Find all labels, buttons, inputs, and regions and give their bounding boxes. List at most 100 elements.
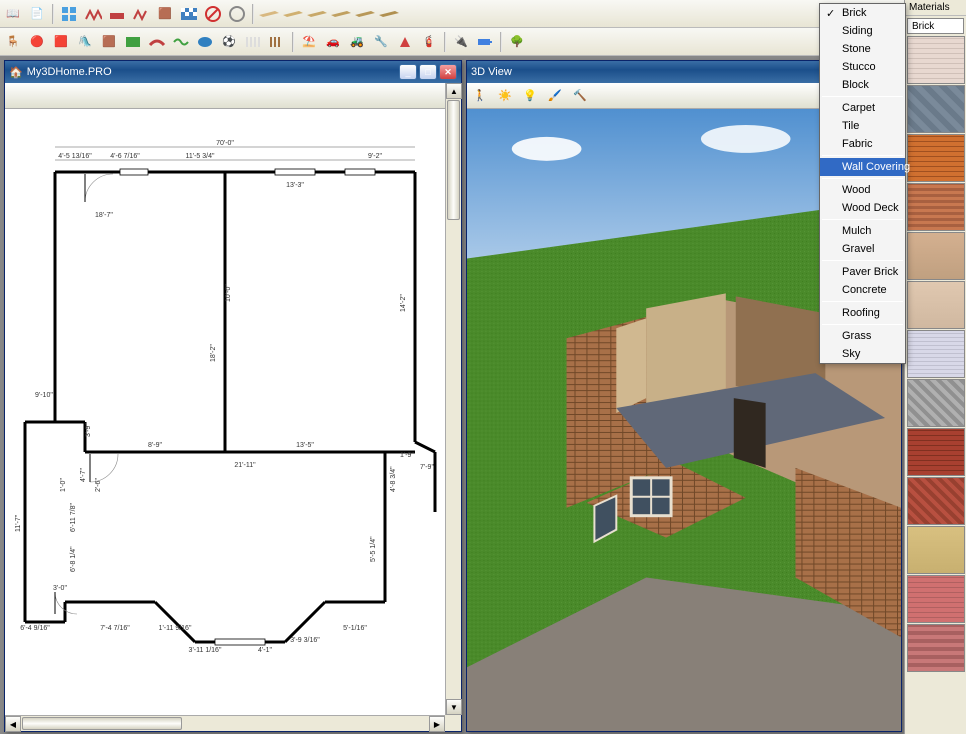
dropdown-separator (822, 219, 903, 220)
scroll-right-icon[interactable]: ▶ (429, 716, 445, 732)
dropdown-item-stone[interactable]: Stone (820, 40, 905, 58)
plan-scrollbar-horizontal[interactable]: ◀ ▶ (5, 715, 445, 731)
dim-d27: 1'-11 9/16" (159, 625, 192, 632)
tool-checker-icon[interactable] (178, 3, 200, 25)
tool-hydrant-icon[interactable]: 🧯 (418, 31, 440, 53)
tool-curve-icon[interactable] (146, 31, 168, 53)
tool-slide-icon[interactable]: 🛝 (74, 31, 96, 53)
dim-d11: 3'-9" (85, 423, 92, 437)
material-swatch-7[interactable] (907, 379, 965, 427)
dropdown-item-wall-covering[interactable]: Wall Covering (820, 158, 905, 176)
dropdown-item-wood-deck[interactable]: Wood Deck (820, 199, 905, 217)
maximize-button[interactable]: □ (419, 64, 437, 80)
dropdown-item-gravel[interactable]: Gravel (820, 240, 905, 258)
tool-umbrella-icon[interactable]: ⛱️ (298, 31, 320, 53)
tool-nosign-icon[interactable] (202, 3, 224, 25)
plan-canvas[interactable]: 70'-0" 4'-5 13/16" 4'-6 7/16" 11'-5 3/4"… (5, 109, 445, 715)
tool-battery-icon[interactable] (474, 31, 496, 53)
tool-board6-icon[interactable] (378, 3, 400, 25)
tool-fence-white-icon[interactable] (242, 31, 264, 53)
scroll-thumb[interactable] (22, 717, 182, 730)
dropdown-item-carpet[interactable]: Carpet (820, 99, 905, 117)
dropdown-item-paver-brick[interactable]: Paver Brick (820, 263, 905, 281)
dim-d16: 1'-9" (400, 452, 414, 459)
scroll-up-icon[interactable]: ▲ (446, 83, 462, 99)
tool-car-icon[interactable]: 🚗 (322, 31, 344, 53)
material-swatch-5[interactable] (907, 281, 965, 329)
tool-grid-icon[interactable] (58, 3, 80, 25)
dropdown-item-block[interactable]: Block (820, 76, 905, 94)
dim-d20: 3'-0" (53, 585, 67, 592)
dropdown-item-brick[interactable]: Brick (820, 4, 905, 22)
tool-fence3-icon[interactable] (130, 3, 152, 25)
scroll-down-icon[interactable]: ▼ (446, 699, 462, 715)
scroll-left-icon[interactable]: ◀ (5, 716, 21, 732)
dropdown-item-concrete[interactable]: Concrete (820, 281, 905, 299)
tool-play2-icon[interactable]: 🟥 (50, 31, 72, 53)
tool-play1-icon[interactable]: 🔴 (26, 31, 48, 53)
tool-fence1-icon[interactable] (82, 3, 104, 25)
material-swatch-10[interactable] (907, 526, 965, 574)
tool-pond-icon[interactable] (194, 31, 216, 53)
tool-tractor-icon[interactable]: 🚜 (346, 31, 368, 53)
dim-d26: 5'-1/16" (343, 625, 367, 632)
tool-board5-icon[interactable] (354, 3, 376, 25)
dim-d7: 18'-7" (95, 212, 113, 219)
material-swatch-4[interactable] (907, 232, 965, 280)
material-swatch-6[interactable] (907, 330, 965, 378)
scroll-thumb[interactable] (447, 100, 460, 220)
dim-d15: 7'-9" (420, 464, 434, 471)
tool-fence2-icon[interactable] (106, 3, 128, 25)
tool-fence4-icon[interactable]: 🟫 (154, 3, 176, 25)
tool-board3-icon[interactable] (306, 3, 328, 25)
dropdown-item-roofing[interactable]: Roofing (820, 304, 905, 322)
material-swatch-8[interactable] (907, 428, 965, 476)
tool-bench-icon[interactable]: 🪑 (2, 31, 24, 53)
dropdown-item-tile[interactable]: Tile (820, 117, 905, 135)
dropdown-item-sky[interactable]: Sky (820, 345, 905, 363)
tool-ball-icon[interactable]: ⚽ (218, 31, 240, 53)
tool-wave-icon[interactable] (170, 31, 192, 53)
tool-fence-brown-icon[interactable] (266, 31, 288, 53)
dropdown-item-mulch[interactable]: Mulch (820, 222, 905, 240)
dropdown-item-grass[interactable]: Grass (820, 327, 905, 345)
tool-board2-icon[interactable] (282, 3, 304, 25)
tool-hammer-icon[interactable]: 🔨 (569, 85, 591, 107)
tool-tree-icon[interactable]: 🌳 (506, 31, 528, 53)
view3d-window-title: 3D View (471, 66, 512, 78)
tool-board4-icon[interactable] (330, 3, 352, 25)
dropdown-item-stucco[interactable]: Stucco (820, 58, 905, 76)
minimize-button[interactable]: _ (399, 64, 417, 80)
material-swatch-1[interactable] (907, 85, 965, 133)
tool-page-icon[interactable]: 📄 (26, 3, 48, 25)
materials-panel: Materials Brick (904, 0, 966, 734)
dropdown-item-wood[interactable]: Wood (820, 181, 905, 199)
tool-sun-icon[interactable]: ☀️ (494, 85, 516, 107)
material-swatch-11[interactable] (907, 575, 965, 623)
tool-swing-icon[interactable]: 🟫 (98, 31, 120, 53)
materials-dropdown: BrickSidingStoneStuccoBlock CarpetTileFab… (819, 3, 906, 364)
materials-category[interactable]: Brick (907, 18, 964, 34)
tool-mower-icon[interactable]: 🔧 (370, 31, 392, 53)
tool-circle-icon[interactable] (226, 3, 248, 25)
tool-bulb-icon[interactable]: 💡 (519, 85, 541, 107)
tool-plug-icon[interactable]: 🔌 (450, 31, 472, 53)
tool-sandbox-icon[interactable] (122, 31, 144, 53)
material-swatch-2[interactable] (907, 134, 965, 182)
tool-paint-icon[interactable]: 🖌️ (544, 85, 566, 107)
material-swatch-0[interactable] (907, 36, 965, 84)
dim-d21: 6'-4 9/16" (20, 625, 50, 632)
dropdown-item-fabric[interactable]: Fabric (820, 135, 905, 153)
material-swatch-9[interactable] (907, 477, 965, 525)
close-button[interactable]: ✕ (439, 64, 457, 80)
material-swatch-3[interactable] (907, 183, 965, 231)
tool-board1-icon[interactable] (258, 3, 280, 25)
tool-walk-icon[interactable]: 🚶 (469, 85, 491, 107)
dim-d31: 6'-8 1/4" (70, 546, 77, 572)
dropdown-item-siding[interactable]: Siding (820, 22, 905, 40)
material-swatch-12[interactable] (907, 624, 965, 672)
plan-scrollbar-vertical[interactable]: ▲ ▼ (445, 83, 461, 715)
plan-titlebar[interactable]: 🏠 My3DHome.PRO _ □ ✕ (5, 61, 461, 83)
tool-book-icon[interactable]: 📖 (2, 3, 24, 25)
tool-cone-icon[interactable] (394, 31, 416, 53)
